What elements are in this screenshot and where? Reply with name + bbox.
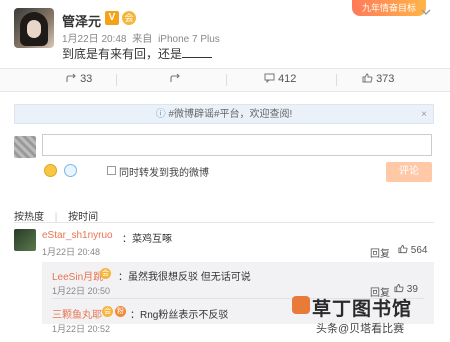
repost-icon xyxy=(170,73,180,82)
post-source: iPhone 7 Plus xyxy=(158,34,220,45)
commenter-name[interactable]: eStar_sh1nyruo xyxy=(42,230,113,241)
watermark-title: 草丁图书馆 xyxy=(312,299,413,320)
comment-like-count: 564 xyxy=(410,245,428,256)
rumor-notice-text: #微博辟谣#平台，欢迎查阅! xyxy=(168,109,293,120)
author-avatar[interactable] xyxy=(14,8,54,48)
thumbs-up-icon xyxy=(394,283,404,293)
submit-comment-button[interactable]: 评论 xyxy=(386,162,432,182)
thumbs-up-icon xyxy=(398,244,408,254)
forward-count: 33 xyxy=(80,73,93,85)
forward-checkbox-label[interactable]: 同时转发到我的微博 xyxy=(119,164,209,179)
post-meta: 1月22日 20:48 来自 iPhone 7 Plus xyxy=(62,30,223,45)
reply-author-name[interactable]: 三颗鱼丸耶 xyxy=(52,306,102,321)
thumbs-up-icon xyxy=(362,73,373,83)
sort-tabs: 按热度 | 按时间 xyxy=(14,212,99,223)
comment-icon xyxy=(264,73,275,84)
info-icon: ⓘ xyxy=(155,109,166,120)
post-text: 到底是有来有回，还是 xyxy=(62,47,183,61)
fan-badge-icon: 粉 xyxy=(115,306,126,317)
comment-reply-button[interactable]: 回复 xyxy=(370,245,390,260)
watermark-subtitle: 头条@贝塔看比赛 xyxy=(316,323,405,335)
post-action-bar: 33 412 373 xyxy=(0,68,450,92)
reply-text: ：虽然我很想反驳 但无话可说 xyxy=(118,272,251,283)
forward-checkbox[interactable] xyxy=(107,166,116,175)
commenter-avatar[interactable] xyxy=(14,229,36,251)
verified-badge-icon: V xyxy=(105,11,119,25)
comment-like-button[interactable]: 564 xyxy=(398,244,427,256)
comment-count: 412 xyxy=(278,73,297,85)
like-count: 373 xyxy=(376,73,395,85)
current-user-avatar xyxy=(14,136,36,158)
forward-button-2[interactable] xyxy=(170,73,181,85)
comment-text: ：菜鸡互啄 xyxy=(122,234,172,245)
reply-time: 1月22日 20:50 xyxy=(52,286,111,296)
emoji-icon[interactable] xyxy=(44,164,57,177)
close-icon[interactable]: × xyxy=(421,105,427,125)
rumor-notice-banner[interactable]: ⓘ #微博辟谣#平台，欢迎查阅! × xyxy=(14,104,434,124)
vip-badge-icon: 会 xyxy=(100,268,111,279)
chevron-down-icon[interactable] xyxy=(421,8,431,19)
image-icon[interactable] xyxy=(64,164,77,177)
forward-icon xyxy=(66,73,76,82)
vip-badge-icon: 会 xyxy=(102,306,113,317)
promo-banner[interactable]: 九年情奋目标 xyxy=(352,0,426,16)
comment-time: 1月22日 20:48 xyxy=(42,247,101,257)
reply-time: 1月22日 20:52 xyxy=(52,324,111,334)
fill-blank xyxy=(182,47,213,58)
like-button[interactable]: 373 xyxy=(362,73,394,85)
vip-badge-icon: 会 xyxy=(122,11,136,25)
comment-button[interactable]: 412 xyxy=(264,73,296,85)
reply-text: ：Rng粉丝表示不反驳 xyxy=(130,310,229,321)
author-name[interactable]: 管泽元 xyxy=(62,11,101,30)
comment-input[interactable] xyxy=(42,134,432,156)
reply-author-name[interactable]: LeeSin月跳 xyxy=(52,268,103,283)
post-source-prefix: 来自 xyxy=(132,34,153,45)
watermark-logo-icon xyxy=(292,296,310,314)
divider xyxy=(14,222,434,223)
post-text-container: 到底是有来有回，还是 xyxy=(62,45,213,62)
post-date[interactable]: 1月22日 20:48 xyxy=(62,34,127,45)
forward-button[interactable]: 33 xyxy=(66,73,92,85)
